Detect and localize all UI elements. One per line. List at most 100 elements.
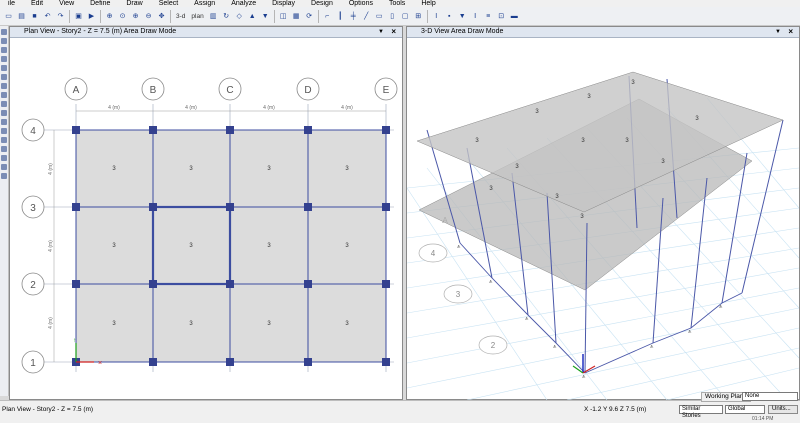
grid-label-4: 4 [30,126,36,137]
more-tools-icon[interactable]: ▬ [509,11,520,22]
menu-design[interactable]: Design [303,0,341,7]
stories-value: Similar Stories [682,406,701,419]
draw-wall-stack-icon[interactable] [1,92,7,98]
draw-area-icon[interactable] [1,65,7,71]
menu-edit[interactable]: Edit [23,0,51,7]
grid-label-e: E [383,85,390,96]
reshape-icon[interactable] [1,38,7,44]
coord-system-value: Global [728,406,746,412]
menu-bar: ile Edit View Define Draw Select Assign … [0,0,800,7]
stories-select[interactable]: Similar Stories [679,405,723,419]
design-icon[interactable]: ⊡ [496,11,507,22]
pan-icon[interactable]: ✥ [156,11,167,22]
menu-view[interactable]: View [51,0,82,7]
menu-display[interactable]: Display [264,0,303,7]
view3d-title: 3-D View Area Draw Mode [421,28,504,35]
draw-section-cut-icon[interactable] [1,110,7,116]
move-up-icon[interactable]: ▲ [247,11,258,22]
pointer-icon[interactable] [1,29,7,35]
move-down-icon[interactable]: ▼ [260,11,271,22]
menu-tools[interactable]: Tools [381,0,413,7]
display-options-icon[interactable]: ▦ [291,11,302,22]
view3d-pane[interactable]: 3-D View Area Draw Mode ▼ × A 4 3 2 [406,26,800,401]
zoom-out-icon[interactable]: ⊖ [143,11,154,22]
plan-canvas[interactable]: A B C D E 4 3 2 1 4 (m) 4 (m) 4 (m) 4 (m… [10,38,402,400]
dim-label: 4 (m) [48,317,54,329]
perspective-icon[interactable]: ◇ [234,11,245,22]
svg-text:⩚: ⩚ [719,304,723,310]
draw-opening-icon[interactable]: ▢ [400,11,411,22]
draw-brace-icon[interactable]: ╱ [361,11,372,22]
status-bar: Plan View - Story2 - Z = 7.5 (m) X -1.2 … [0,392,800,423]
open-folder-icon[interactable]: ▤ [16,11,27,22]
menu-help[interactable]: Help [413,0,443,7]
undo-icon[interactable]: ↶ [42,11,53,22]
ssss-icon[interactable]: ≡ [483,11,494,22]
menu-select[interactable]: Select [151,0,186,7]
save-icon[interactable]: ■ [29,11,40,22]
menu-assign[interactable]: Assign [186,0,223,7]
draw-dimension-icon[interactable] [1,101,7,107]
run-analysis-icon[interactable]: ▶ [86,11,97,22]
toolbar-separator [100,9,101,23]
view3d-canvas[interactable]: A 4 3 2 ⩚⩚⩚⩚ ⩚⩚⩚⩚ 3 3 3 3 [406,38,800,401]
view-3d-button[interactable]: 3-d [174,11,187,22]
working-plane-select[interactable]: None [742,392,798,401]
grid-label-a: A [73,85,80,96]
draw-column-icon[interactable]: ┃ [335,11,346,22]
select-previous-icon[interactable] [1,128,7,134]
assign-icon[interactable]: ▪ [444,11,455,22]
plan-view-pane[interactable]: Plan View - Story2 - Z = 7.5 (m) Area Dr… [9,26,403,400]
close-icon[interactable]: × [391,27,396,37]
redo-icon[interactable]: ↷ [55,11,66,22]
grid-label-1: 1 [30,358,36,369]
draw-joint-icon[interactable] [1,47,7,53]
menu-draw[interactable]: Draw [118,0,150,7]
menu-analyze[interactable]: Analyze [223,0,264,7]
snap-intersection-icon[interactable] [1,173,7,179]
intersecting-line-icon[interactable] [1,146,7,152]
grid-label-2: 2 [30,280,36,291]
draw-frame-icon[interactable]: ⌐ [322,11,333,22]
clear-selection-icon[interactable] [1,137,7,143]
lock-icon[interactable]: ▣ [73,11,84,22]
draw-link-icon[interactable]: ⊞ [413,11,424,22]
object-shrink-icon[interactable]: ◫ [278,11,289,22]
zoom-window-icon[interactable]: ⊕ [104,11,115,22]
plan-view-titlebar: Plan View - Story2 - Z = 7.5 (m) Area Dr… [10,27,402,38]
rotate-icon[interactable]: ↻ [221,11,232,22]
load-icon[interactable]: ▼ [457,11,468,22]
dropdown-icon[interactable]: ▼ [378,27,384,37]
menu-options[interactable]: Options [341,0,381,7]
new-file-icon[interactable]: ▭ [3,11,14,22]
zoom-in-icon[interactable]: ⊕ [130,11,141,22]
snap-ends-icon[interactable] [1,164,7,170]
coord-system-select[interactable]: Global [725,405,765,414]
svg-text:⩚: ⩚ [582,374,586,380]
plan-view-button[interactable]: plan [189,11,205,22]
draw-rect-icon[interactable] [1,74,7,80]
draw-beam-icon[interactable]: ╪ [348,11,359,22]
toolbar-separator [317,9,319,23]
snap-points-icon[interactable] [1,155,7,161]
select-all-icon[interactable] [1,119,7,125]
select-icon[interactable]: I [431,11,442,22]
units-button[interactable]: Units... [768,405,798,414]
grid-label-3: 3 [456,290,461,299]
dim-label: 4 (m) [48,163,54,175]
draw-line-icon[interactable] [1,56,7,62]
dim-label: 4 (m) [108,105,120,111]
draw-wall-icon[interactable]: ▯ [387,11,398,22]
section-icon[interactable]: Ⅰ [470,11,481,22]
close-icon[interactable]: × [788,27,793,37]
elevation-view-icon[interactable]: ▥ [208,11,219,22]
menu-define[interactable]: Define [82,0,118,7]
dim-label: 4 (m) [341,105,353,111]
refresh-icon[interactable]: ⟳ [304,11,315,22]
dropdown-icon[interactable]: ▼ [775,27,781,37]
quick-draw-icon[interactable] [1,83,7,89]
menu-file[interactable]: ile [0,0,23,7]
zoom-restore-icon[interactable]: ⊙ [117,11,128,22]
svg-text:×: × [98,360,102,367]
draw-floor-icon[interactable]: ▭ [374,11,385,22]
